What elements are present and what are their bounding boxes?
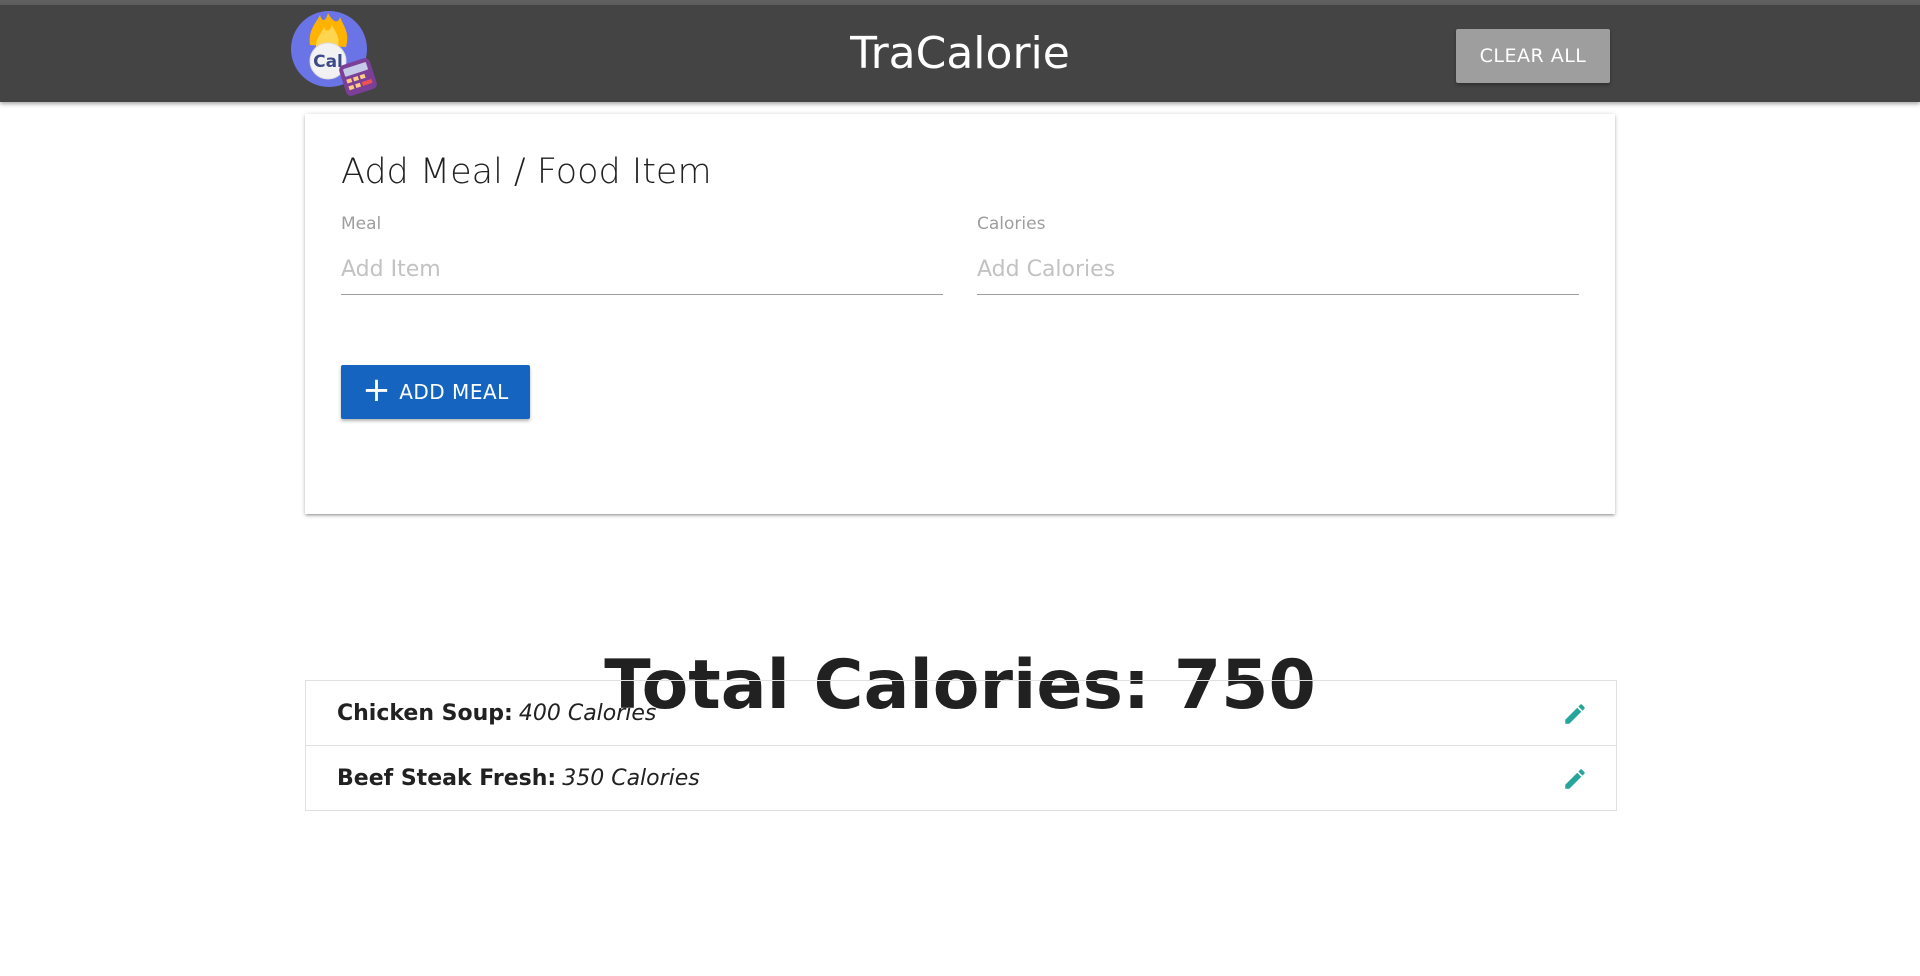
navbar: Cal TraCalorie CLEAR ALL: [0, 5, 1920, 102]
add-meal-card: Add Meal / Food Item Meal Calories + ADD…: [305, 114, 1615, 514]
calories-label: Calories: [977, 214, 1046, 234]
list-item: Beef Steak Fresh: 350 Calories: [306, 746, 1616, 810]
meal-input[interactable]: [341, 244, 943, 295]
pencil-icon[interactable]: [1562, 701, 1588, 727]
item-name: Chicken Soup:: [337, 700, 513, 726]
add-meal-button[interactable]: + ADD MEAL: [341, 365, 530, 419]
meal-list: Chicken Soup: 400 Calories Beef Steak Fr…: [305, 680, 1617, 811]
item-name: Beef Steak Fresh:: [337, 765, 557, 791]
app-logo[interactable]: Cal: [286, 5, 386, 102]
clear-all-button[interactable]: CLEAR ALL: [1456, 29, 1610, 83]
item-calories: 400 Calories: [518, 700, 657, 726]
meal-label: Meal: [341, 214, 382, 234]
form-title: Add Meal / Food Item: [341, 152, 712, 192]
calories-input[interactable]: [977, 244, 1579, 295]
svg-text:Cal: Cal: [313, 52, 343, 72]
pencil-icon[interactable]: [1562, 766, 1588, 792]
add-meal-label: ADD MEAL: [399, 380, 509, 404]
list-item: Chicken Soup: 400 Calories: [306, 681, 1616, 746]
item-calories: 350 Calories: [562, 765, 700, 791]
plus-icon: +: [362, 370, 392, 410]
